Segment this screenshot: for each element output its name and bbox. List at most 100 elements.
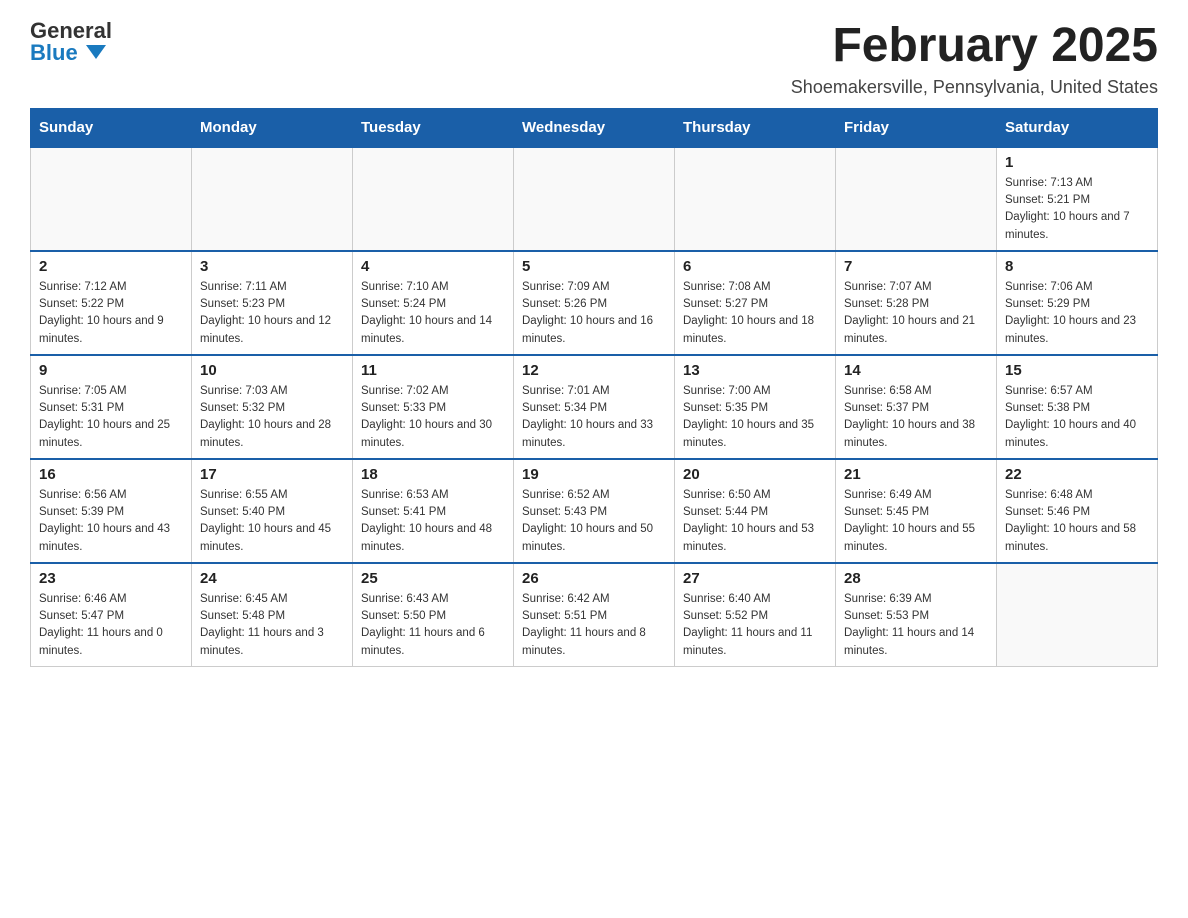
day-number: 2 [39,258,183,275]
calendar-cell [192,147,353,251]
day-info: Sunrise: 6:53 AMSunset: 5:41 PMDaylight:… [361,487,505,556]
calendar-cell: 22 Sunrise: 6:48 AMSunset: 5:46 PMDayligh… [997,459,1158,563]
calendar-week-row: 9Sunrise: 7:05 AMSunset: 5:31 PMDaylight… [31,355,1158,459]
day-info: Sunrise: 6:50 AMSunset: 5:44 PMDaylight:… [683,487,827,556]
day-info: Sunrise: 7:13 AMSunset: 5:21 PMDaylight:… [1005,175,1149,244]
day-info: Sunrise: 7:06 AMSunset: 5:29 PMDaylight:… [1005,279,1149,348]
day-number: 10 [200,362,344,379]
day-info: Sunrise: 6:57 AMSunset: 5:38 PMDaylight:… [1005,383,1149,452]
day-number: 27 [683,570,827,587]
day-info: Sunrise: 6:40 AMSunset: 5:52 PMDaylight:… [683,591,827,660]
day-number: 17 [200,466,344,483]
day-number: 3 [200,258,344,275]
day-number: 24 [200,570,344,587]
calendar-cell [997,563,1158,667]
calendar-cell: 20 Sunrise: 6:50 AMSunset: 5:44 PMDayligh… [675,459,836,563]
day-number: 1 [1005,154,1149,171]
calendar-cell: 4Sunrise: 7:10 AMSunset: 5:24 PMDaylight… [353,251,514,355]
calendar-cell: 11 Sunrise: 7:02 AMSunset: 5:33 PMDayligh… [353,355,514,459]
day-number: 19 [522,466,666,483]
day-info: Sunrise: 7:12 AMSunset: 5:22 PMDaylight:… [39,279,183,348]
day-number: 15 [1005,362,1149,379]
day-number: 9 [39,362,183,379]
day-info: Sunrise: 6:46 AMSunset: 5:47 PMDaylight:… [39,591,183,660]
day-number: 22 [1005,466,1149,483]
logo-triangle-icon [86,45,106,59]
calendar-cell: 5 Sunrise: 7:09 AMSunset: 5:26 PMDaylight… [514,251,675,355]
page-header: General Blue February 2025 Shoemakersvil… [30,20,1158,98]
calendar-cell [836,147,997,251]
day-number: 12 [522,362,666,379]
day-of-week-header: Friday [836,108,997,147]
calendar-cell: 3 Sunrise: 7:11 AMSunset: 5:23 PMDaylight… [192,251,353,355]
day-number: 23 [39,570,183,587]
logo-general-text: General [30,20,112,42]
day-info: Sunrise: 6:49 AMSunset: 5:45 PMDaylight:… [844,487,988,556]
day-of-week-header: Wednesday [514,108,675,147]
day-info: Sunrise: 6:55 AMSunset: 5:40 PMDaylight:… [200,487,344,556]
day-number: 26 [522,570,666,587]
day-info: Sunrise: 7:07 AMSunset: 5:28 PMDaylight:… [844,279,988,348]
month-title: February 2025 [791,20,1158,73]
logo-blue-text: Blue [30,42,112,64]
location-text: Shoemakersville, Pennsylvania, United St… [791,77,1158,98]
day-number: 21 [844,466,988,483]
day-number: 5 [522,258,666,275]
calendar-cell: 21 Sunrise: 6:49 AMSunset: 5:45 PMDayligh… [836,459,997,563]
calendar-table: SundayMondayTuesdayWednesdayThursdayFrid… [30,108,1158,667]
calendar-cell: 23 Sunrise: 6:46 AMSunset: 5:47 PMDayligh… [31,563,192,667]
calendar-week-row: 16 Sunrise: 6:56 AMSunset: 5:39 PMDayligh… [31,459,1158,563]
day-info: Sunrise: 7:11 AMSunset: 5:23 PMDaylight:… [200,279,344,348]
day-number: 16 [39,466,183,483]
calendar-cell: 24 Sunrise: 6:45 AMSunset: 5:48 PMDayligh… [192,563,353,667]
calendar-cell [353,147,514,251]
calendar-cell: 1 Sunrise: 7:13 AMSunset: 5:21 PMDaylight… [997,147,1158,251]
calendar-cell: 10 Sunrise: 7:03 AMSunset: 5:32 PMDayligh… [192,355,353,459]
calendar-week-row: 1 Sunrise: 7:13 AMSunset: 5:21 PMDaylight… [31,147,1158,251]
calendar-cell: 18Sunrise: 6:53 AMSunset: 5:41 PMDayligh… [353,459,514,563]
day-number: 6 [683,258,827,275]
calendar-cell [514,147,675,251]
calendar-cell: 12 Sunrise: 7:01 AMSunset: 5:34 PMDayligh… [514,355,675,459]
day-number: 14 [844,362,988,379]
day-number: 28 [844,570,988,587]
day-info: Sunrise: 7:01 AMSunset: 5:34 PMDaylight:… [522,383,666,452]
calendar-cell: 28 Sunrise: 6:39 AMSunset: 5:53 PMDayligh… [836,563,997,667]
calendar-header-row: SundayMondayTuesdayWednesdayThursdayFrid… [31,108,1158,147]
day-number: 7 [844,258,988,275]
day-info: Sunrise: 7:02 AMSunset: 5:33 PMDaylight:… [361,383,505,452]
day-info: Sunrise: 7:00 AMSunset: 5:35 PMDaylight:… [683,383,827,452]
day-info: Sunrise: 6:48 AMSunset: 5:46 PMDaylight:… [1005,487,1149,556]
calendar-week-row: 23 Sunrise: 6:46 AMSunset: 5:47 PMDayligh… [31,563,1158,667]
day-info: Sunrise: 6:42 AMSunset: 5:51 PMDaylight:… [522,591,666,660]
day-info: Sunrise: 6:56 AMSunset: 5:39 PMDaylight:… [39,487,183,556]
day-info: Sunrise: 7:03 AMSunset: 5:32 PMDaylight:… [200,383,344,452]
logo: General Blue [30,20,112,64]
day-info: Sunrise: 6:45 AMSunset: 5:48 PMDaylight:… [200,591,344,660]
day-of-week-header: Tuesday [353,108,514,147]
day-info: Sunrise: 7:08 AMSunset: 5:27 PMDaylight:… [683,279,827,348]
day-number: 11 [361,362,505,379]
day-number: 20 [683,466,827,483]
day-info: Sunrise: 6:39 AMSunset: 5:53 PMDaylight:… [844,591,988,660]
calendar-cell: 25Sunrise: 6:43 AMSunset: 5:50 PMDayligh… [353,563,514,667]
day-info: Sunrise: 6:58 AMSunset: 5:37 PMDaylight:… [844,383,988,452]
day-number: 8 [1005,258,1149,275]
calendar-cell: 27 Sunrise: 6:40 AMSunset: 5:52 PMDayligh… [675,563,836,667]
day-of-week-header: Thursday [675,108,836,147]
calendar-cell: 19 Sunrise: 6:52 AMSunset: 5:43 PMDayligh… [514,459,675,563]
day-info: Sunrise: 6:52 AMSunset: 5:43 PMDaylight:… [522,487,666,556]
calendar-week-row: 2 Sunrise: 7:12 AMSunset: 5:22 PMDaylight… [31,251,1158,355]
calendar-cell: 14 Sunrise: 6:58 AMSunset: 5:37 PMDayligh… [836,355,997,459]
day-info: Sunrise: 6:43 AMSunset: 5:50 PMDaylight:… [361,591,505,660]
calendar-cell: 13 Sunrise: 7:00 AMSunset: 5:35 PMDayligh… [675,355,836,459]
day-of-week-header: Sunday [31,108,192,147]
day-number: 13 [683,362,827,379]
calendar-cell: 8 Sunrise: 7:06 AMSunset: 5:29 PMDaylight… [997,251,1158,355]
day-of-week-header: Saturday [997,108,1158,147]
day-info: Sunrise: 7:09 AMSunset: 5:26 PMDaylight:… [522,279,666,348]
calendar-cell: 15 Sunrise: 6:57 AMSunset: 5:38 PMDayligh… [997,355,1158,459]
calendar-cell: 16 Sunrise: 6:56 AMSunset: 5:39 PMDayligh… [31,459,192,563]
day-number: 4 [361,258,505,275]
calendar-cell: 6 Sunrise: 7:08 AMSunset: 5:27 PMDaylight… [675,251,836,355]
